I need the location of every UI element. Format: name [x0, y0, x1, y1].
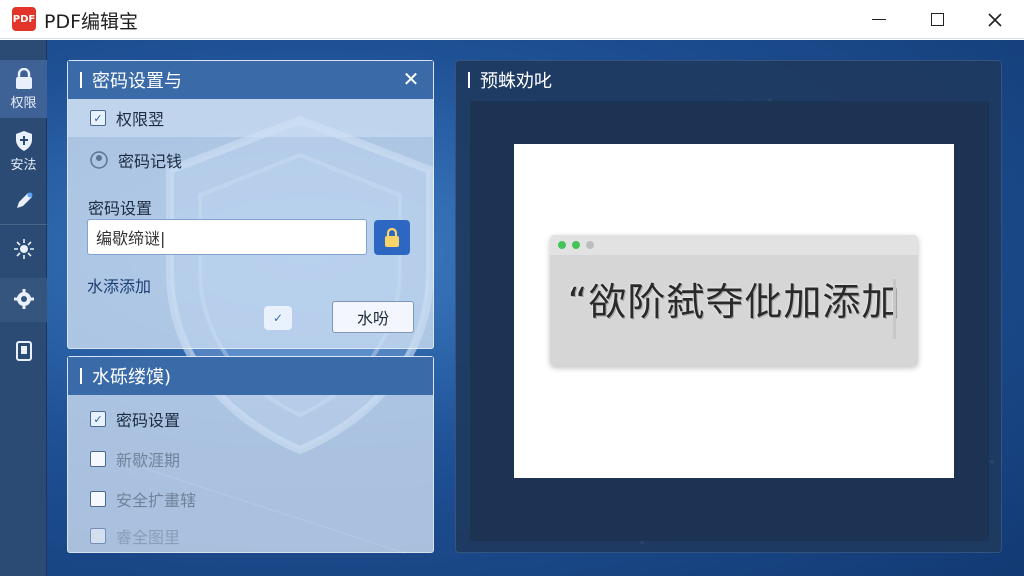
watermark-button[interactable]: 水吩	[332, 301, 414, 333]
sidebar-item-permissions[interactable]: 权限	[0, 60, 47, 118]
app-title: PDF编辑宝	[44, 11, 139, 33]
lock-icon	[385, 227, 399, 247]
checkbox-icon[interactable]: ✓	[90, 411, 106, 427]
password-panel-header: 密码设置与 ✕	[68, 61, 433, 99]
checkbox-icon[interactable]	[90, 491, 106, 507]
sidebar-item-settings[interactable]	[0, 278, 47, 322]
sidebar-item-label: 安法	[10, 158, 37, 173]
option-label: 新歇涯期	[116, 451, 181, 470]
document-icon	[15, 341, 32, 361]
green-dot-icon	[572, 241, 580, 249]
green-dot-icon	[558, 241, 566, 249]
lock-icon	[15, 68, 32, 89]
password-input[interactable]: 编歇缔谜|	[87, 219, 367, 255]
left-sidebar: 权限 安法	[0, 40, 47, 576]
option-label: 密码记钱	[118, 152, 183, 171]
watermark-text: “欲阶弑夺仳加添加	[567, 280, 901, 324]
app-logo: PDF	[12, 7, 36, 31]
sidebar-item-brightness[interactable]	[0, 232, 47, 272]
sidebar-item-security[interactable]: 安法	[0, 126, 47, 178]
option-security-extend[interactable]: 安全扩畫辖	[68, 481, 433, 517]
preview-page: “欲阶弑夺仳加添加	[514, 144, 954, 478]
watermark-preview-card: “欲阶弑夺仳加添加	[550, 235, 918, 366]
option-password-record[interactable]: 密码记钱	[68, 141, 433, 179]
maximize-button[interactable]	[908, 0, 966, 39]
sun-gear-icon	[13, 239, 34, 259]
minimize-icon	[872, 18, 886, 21]
option-full-image[interactable]: 睿全图里	[68, 521, 433, 551]
preview-title: 预蛛劝叱	[480, 71, 552, 92]
option-label: 睿全图里	[116, 528, 181, 547]
card-title-bar	[550, 235, 918, 255]
sidebar-item-label: 权限	[10, 96, 37, 111]
watermark-panel-header: 水砾缕馍)	[68, 357, 433, 395]
option-label: 权限翌	[116, 110, 165, 129]
add-watermark-link[interactable]: 水添添加	[87, 273, 151, 297]
shield-icon	[15, 131, 32, 151]
close-panel-button[interactable]: ✕	[399, 67, 423, 91]
minimize-button[interactable]	[850, 0, 908, 39]
option-label: 安全扩畫辖	[116, 491, 197, 510]
maximize-icon	[930, 13, 944, 26]
preview-panel: 预蛛劝叱 “欲阶弑夺仳加添加	[455, 60, 1002, 553]
close-icon	[988, 12, 1002, 27]
title-bar: PDF PDF编辑宝	[0, 0, 1024, 39]
checkbox-icon[interactable]	[90, 528, 106, 544]
password-panel-title: 密码设置与	[92, 71, 182, 92]
checkbox-icon[interactable]: ✓	[90, 110, 106, 126]
option-label: 密码设置	[116, 411, 181, 430]
watermark-options-panel: 水砾缕馍) ✓ 密码设置 新歇涯期 安全扩畫辖 睿全图里	[67, 356, 434, 553]
preview-header: 预蛛劝叱	[456, 61, 1001, 99]
card-scrollbar[interactable]	[893, 279, 896, 339]
user-icon	[90, 151, 108, 169]
gear-icon	[13, 289, 34, 309]
close-window-button[interactable]	[966, 0, 1024, 39]
sidebar-item-edit[interactable]	[0, 186, 47, 222]
option-password-settings[interactable]: ✓ 密码设置	[68, 401, 433, 437]
option-new-expiry[interactable]: 新歇涯期	[68, 441, 433, 477]
password-field-label: 密码设置	[88, 199, 153, 218]
preview-frame: “欲阶弑夺仳加添加	[470, 101, 989, 541]
option-permissions[interactable]: ✓ 权限翌	[68, 99, 433, 137]
password-settings-panel: 密码设置与 ✕ ✓ 权限翌 密码记钱 密码设置 编歇缔谜| 水添添加 ✓ 水吩	[67, 60, 434, 349]
checkbox-icon[interactable]	[90, 451, 106, 467]
sidebar-item-document[interactable]	[0, 332, 47, 372]
gray-dot-icon	[586, 241, 594, 249]
lock-button[interactable]	[374, 220, 410, 255]
watermark-panel-title: 水砾缕馍)	[92, 367, 172, 388]
confirm-toggle[interactable]: ✓	[264, 306, 292, 330]
pen-icon	[16, 192, 32, 208]
